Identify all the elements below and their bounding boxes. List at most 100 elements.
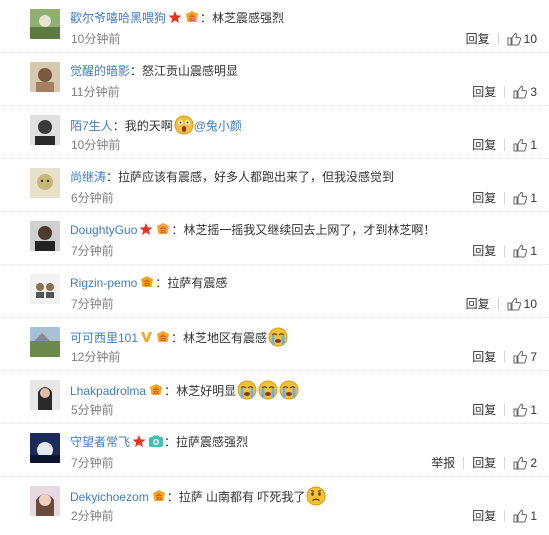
like-button[interactable]: 1 [513, 189, 537, 207]
like-button[interactable]: 2 [513, 454, 537, 472]
avatar[interactable] [30, 380, 60, 410]
reply-button[interactable]: 回复 [472, 507, 496, 525]
comment-text: ：拉萨 山南都有 吓死我了 [166, 490, 306, 504]
like-count: 1 [530, 403, 537, 417]
comment-text: ：拉萨有震感 [155, 276, 228, 290]
avatar[interactable] [30, 274, 60, 304]
comment-item: 觉醒的暗影：怒江贡山震感明显 11分钟前 回复 3 [0, 53, 549, 106]
avatar[interactable] [30, 327, 60, 357]
comment-text: ：我的天啊 [112, 119, 173, 133]
like-button[interactable]: 1 [513, 242, 537, 260]
thumbs-up-icon [513, 509, 528, 523]
comment-item: Rigzin-pemo 会 ：拉萨有震感 7分钟前 回复 10 [0, 265, 549, 318]
username-link[interactable]: 觉醒的暗影 [70, 64, 130, 78]
reply-button[interactable]: 回复 [472, 348, 496, 366]
timestamp: 7分钟前 [71, 297, 114, 311]
like-count: 10 [523, 32, 537, 46]
avatar[interactable] [30, 433, 60, 463]
like-button[interactable]: 10 [507, 30, 537, 48]
username-link[interactable]: Lhakpadrolma [70, 384, 146, 398]
like-button[interactable]: 1 [513, 401, 537, 419]
avatar[interactable] [30, 9, 60, 39]
username-link[interactable]: 歡尔爷嘻哈黑喂狗 [70, 11, 166, 25]
svg-text:会: 会 [160, 225, 167, 234]
comment-item: DoughtyGuo 会 ：林芝摇一摇我又继续回去上网了，才到林芝啊！ 7分钟前 回… [0, 212, 549, 265]
vip-badge-icon: 会 [184, 10, 200, 29]
reply-button[interactable]: 回复 [472, 136, 496, 154]
reply-button[interactable]: 回复 [472, 401, 496, 419]
like-count: 3 [530, 85, 537, 99]
camera-badge-icon [148, 434, 164, 453]
thumbs-up-icon [513, 138, 528, 152]
reply-button[interactable]: 回复 [466, 295, 490, 313]
comment-feed: 歡尔爷嘻哈黑喂狗会：林芝震感强烈 10分钟前 回复 10 觉醒的暗影：怒江贡山震感… [0, 0, 549, 535]
like-count: 1 [530, 509, 537, 523]
avatar[interactable] [30, 168, 60, 198]
thumbs-up-icon [507, 297, 521, 311]
like-count: 1 [530, 191, 537, 205]
svg-text:会: 会 [155, 492, 162, 501]
reply-button[interactable]: 回复 [472, 454, 496, 472]
like-count: 10 [523, 297, 537, 311]
mention-link[interactable]: @兔小颜 [194, 119, 242, 133]
timestamp: 6分钟前 [71, 191, 114, 205]
thumbs-up-icon [513, 191, 528, 205]
comment-text: ：拉萨震感强烈 [164, 435, 249, 449]
vip-badge-icon: 会 [139, 275, 155, 294]
reply-button[interactable]: 回复 [466, 30, 490, 48]
username-link[interactable]: 可可西里101 [70, 331, 138, 345]
username-link[interactable]: Rigzin-pemo [70, 276, 137, 290]
crying-face-icon [279, 380, 299, 400]
svg-text:会: 会 [153, 386, 160, 395]
thumbs-up-icon [513, 244, 528, 258]
timestamp: 10分钟前 [71, 138, 121, 152]
username-link[interactable]: 守望者常飞 [70, 435, 130, 449]
vip-badge-icon: 会 [155, 222, 171, 241]
timestamp: 7分钟前 [71, 456, 114, 470]
username-link[interactable]: Dekyichoezom [70, 490, 149, 504]
avatar[interactable] [30, 62, 60, 92]
comment-text: ：林芝好明显 [164, 384, 237, 398]
comment-text: ：林芝震感强烈 [200, 11, 285, 25]
like-button[interactable]: 10 [507, 295, 537, 313]
avatar[interactable] [30, 221, 60, 251]
timestamp: 7分钟前 [71, 244, 114, 258]
username-link[interactable]: 尚继涛 [70, 170, 106, 184]
crying-face-icon [268, 327, 288, 347]
thumbs-up-icon [513, 85, 528, 99]
like-button[interactable]: 1 [513, 507, 537, 525]
red-star-icon [132, 434, 146, 453]
crying-face-icon [258, 380, 278, 400]
report-button[interactable]: 举报 [431, 454, 455, 472]
comment-item: 陌7生人：我的天啊 @兔小颜 10分钟前 回复 1 [0, 106, 549, 159]
timestamp: 5分钟前 [71, 403, 114, 417]
like-count: 2 [530, 456, 537, 470]
avatar[interactable] [30, 486, 60, 516]
surprised-face-icon [174, 115, 194, 135]
reply-button[interactable]: 回复 [472, 83, 496, 101]
vip-badge-icon: 会 [148, 383, 164, 402]
vip-badge-icon: 会 [151, 489, 167, 508]
thumbs-up-icon [507, 32, 521, 46]
like-button[interactable]: 7 [513, 348, 537, 366]
svg-text:会: 会 [160, 333, 167, 342]
like-button[interactable]: 3 [513, 83, 537, 101]
like-count: 1 [530, 138, 537, 152]
svg-text:会: 会 [189, 13, 196, 22]
crying-face-icon [237, 380, 257, 400]
v-verified-icon [140, 330, 153, 349]
username-link[interactable]: DoughtyGuo [70, 223, 137, 237]
thumbs-up-icon [513, 456, 528, 470]
timestamp: 10分钟前 [71, 32, 121, 46]
red-star-icon [168, 10, 182, 29]
username-link[interactable]: 陌7生人 [70, 119, 113, 133]
comment-text: ：怒江贡山震感明显 [130, 64, 239, 78]
reply-button[interactable]: 回复 [472, 189, 496, 207]
timestamp: 2分钟前 [71, 509, 114, 523]
avatar[interactable] [30, 115, 60, 145]
comment-item: 尚继涛：拉萨应该有震感，好多人都跑出来了，但我没感觉到 6分钟前 回复 1 [0, 159, 549, 212]
reply-button[interactable]: 回复 [472, 242, 496, 260]
like-count: 1 [530, 244, 537, 258]
comment-item: 可可西里101 会 ：林芝地区有震感 12分钟前 回复 7 [0, 318, 549, 371]
like-button[interactable]: 1 [513, 136, 537, 154]
